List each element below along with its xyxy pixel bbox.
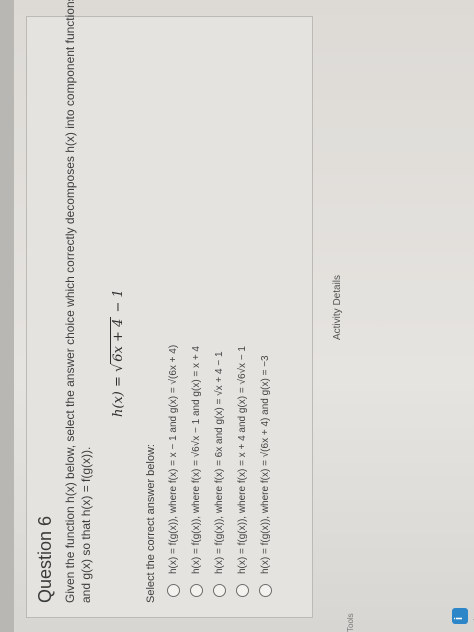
question-prompt-line-1: Given the function h(x) below, select th…	[63, 0, 77, 603]
radio-button[interactable]	[190, 584, 203, 597]
answer-choice-text: h(x) = f(g(x)), where f(x) = x − 1 and g…	[168, 344, 179, 574]
answer-choice-text: h(x) = f(g(x)), where f(x) = 6x and g(x)…	[214, 351, 225, 574]
radio-button[interactable]	[236, 584, 249, 597]
answer-choice-5[interactable]: h(x) = f(g(x)), where f(x) = √(6x + 4) a…	[259, 355, 272, 597]
question-card: Question 6 Given the function h(x) below…	[26, 0, 313, 618]
answer-choice-1[interactable]: h(x) = f(g(x)), where f(x) = x − 1 and g…	[167, 345, 180, 597]
radio-button[interactable]	[167, 584, 180, 597]
chat-help-button[interactable]: i	[452, 608, 468, 624]
answer-choice-text: h(x) = f(g(x)), where f(x) = √(6x + 4) a…	[260, 355, 271, 574]
browser-top-strip	[0, 0, 14, 632]
answer-choice-4[interactable]: h(x) = f(g(x)), where f(x) = x + 4 and g…	[236, 346, 249, 597]
question-prompt-line-2: and g(x) so that h(x) = f(g(x)).	[79, 446, 93, 603]
footer-left-text-area: Tools	[340, 512, 355, 632]
answer-choice-2[interactable]: h(x) = f(g(x)), where f(x) = √6√x − 1 an…	[190, 346, 203, 597]
chevron-left-icon[interactable]: ‹	[470, 619, 474, 622]
activity-details-link[interactable]: Activity Details	[332, 275, 343, 340]
formula-tail: − 1	[111, 289, 126, 317]
answer-instruction: Select the correct answer below:	[145, 444, 157, 603]
question-page: Question 6 Given the function h(x) below…	[0, 0, 474, 632]
answer-choice-text: h(x) = f(g(x)), where f(x) = x + 4 and g…	[237, 346, 248, 574]
footer-left-text: Tools	[346, 613, 355, 632]
question-title: Question 6	[35, 515, 55, 603]
radio-button[interactable]	[213, 584, 226, 597]
sqrt-symbol: √	[111, 363, 126, 372]
answer-choice-3[interactable]: h(x) = f(g(x)), where f(x) = 6x and g(x)…	[213, 351, 226, 597]
radio-button[interactable]	[259, 584, 272, 597]
function-formula: h(x) = √6x + 4 − 1	[110, 289, 126, 417]
formula-lhs: h(x) =	[111, 371, 126, 417]
chat-icon: i	[453, 616, 465, 620]
formula-radicand: 6x + 4	[110, 316, 126, 364]
answer-choice-text: h(x) = f(g(x)), where f(x) = √6√x − 1 an…	[191, 346, 202, 574]
